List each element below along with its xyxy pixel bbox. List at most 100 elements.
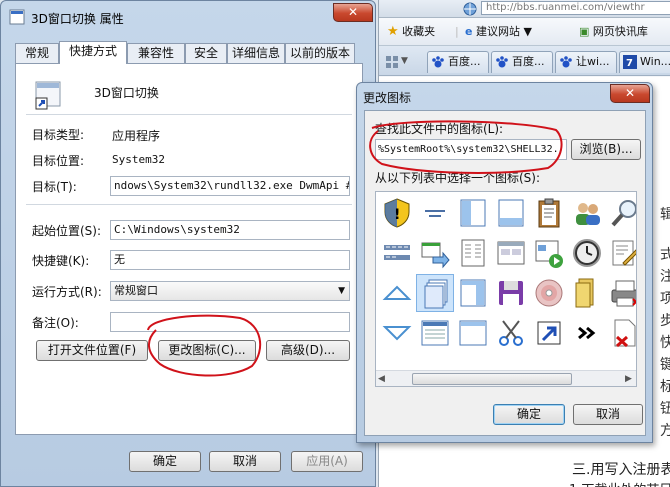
folder-stack-icon[interactable]	[568, 274, 606, 312]
scissors-icon[interactable]	[492, 314, 530, 352]
shortcut-icon	[32, 78, 64, 110]
favorites-bar: ★ 收藏夹 | e 建议网站 ▼ ▣ 网页快讯库	[379, 18, 670, 46]
clock-icon[interactable]	[568, 234, 606, 272]
panel-icon[interactable]	[454, 194, 492, 232]
page-text-char: 注	[660, 266, 670, 286]
edit-note-icon[interactable]	[606, 234, 636, 272]
tab-security[interactable]: 安全	[185, 43, 227, 63]
run-label: 运行方式(R):	[32, 285, 102, 299]
hotkey-field[interactable]: 无	[110, 250, 350, 270]
window-list-icon[interactable]	[416, 314, 454, 352]
close-icon: ✕	[624, 86, 636, 100]
comment-field[interactable]	[110, 312, 350, 332]
scroll-right-icon[interactable]: ▶	[625, 374, 632, 384]
page-text-char: 快	[660, 332, 670, 352]
tab-list-chevron-icon[interactable]: ▼	[401, 56, 408, 66]
change-icon-button[interactable]: 更改图标(C)...	[158, 340, 256, 361]
page-text-char: 步	[660, 310, 670, 330]
shield-icon[interactable]: !	[378, 194, 416, 232]
shortcut-name: 3D窗口切换	[94, 86, 159, 100]
target-location-value: System32	[112, 153, 165, 166]
cd-icon[interactable]	[530, 274, 568, 312]
page-text-char: 键	[660, 354, 670, 374]
start-in-field[interactable]: C:\Windows\system32	[110, 220, 350, 240]
hotkey-label: 快捷键(K):	[32, 254, 90, 268]
find-icons-label: 查找此文件中的图标(L):	[375, 122, 504, 136]
horizontal-scrollbar[interactable]: ◀ ▶	[376, 370, 636, 386]
floppy-icon[interactable]	[492, 274, 530, 312]
scrollbar-thumb[interactable]	[412, 373, 572, 385]
forward-icon[interactable]	[416, 234, 454, 272]
page-heading-text: 三.用写入注册表	[572, 462, 670, 478]
ok-button[interactable]: 确定	[129, 451, 201, 472]
favorites-button[interactable]: ★ 收藏夹	[387, 24, 435, 40]
double-chevron-icon[interactable]	[568, 314, 606, 352]
properties-dialog: 3D窗口切换 属性 ✕ 常规 快捷方式 兼容性 安全 详细信息 以前的版本 3D…	[0, 0, 376, 487]
tab-compatibility[interactable]: 兼容性	[127, 43, 185, 63]
svg-text:7: 7	[626, 58, 633, 69]
up-arrow-icon[interactable]	[378, 274, 416, 312]
browser-tab-1[interactable]: 百度...	[427, 51, 489, 73]
close-button[interactable]: ✕	[610, 84, 650, 103]
taskbar-icon[interactable]	[378, 234, 416, 272]
quick-tabs-icon[interactable]	[385, 55, 399, 69]
icon-file-field[interactable]: %SystemRoot%\system32\SHELL32.	[375, 139, 567, 160]
url-field[interactable]: http://bbs.ruanmei.com/viewthr	[481, 1, 670, 15]
change-icon-dialog: 更改图标 ✕ 查找此文件中的图标(L): %SystemRoot%\system…	[356, 82, 653, 443]
favorite-web-slices[interactable]: ▣ 网页快讯库	[579, 24, 648, 40]
magnifier-icon[interactable]	[606, 194, 636, 232]
globe-icon	[463, 2, 477, 16]
apply-button[interactable]: 应用(A)	[291, 451, 363, 472]
tab-general[interactable]: 常规	[15, 43, 59, 63]
cancel-button[interactable]: 取消	[209, 451, 281, 472]
ok-button[interactable]: 确定	[493, 404, 565, 425]
open-file-location-button[interactable]: 打开文件位置(F)	[36, 340, 148, 361]
target-type-label: 目标类型:	[32, 128, 85, 142]
browser-tab-2[interactable]: 百度...	[491, 51, 553, 73]
doc-columns-icon[interactable]	[454, 234, 492, 272]
hline-icon[interactable]	[416, 194, 454, 232]
paw-icon	[559, 55, 573, 69]
tab-details[interactable]: 详细信息	[227, 43, 285, 63]
close-button[interactable]: ✕	[333, 3, 373, 22]
tab-shortcut[interactable]: 快捷方式	[59, 41, 127, 64]
page-text-char: 辑	[660, 204, 670, 224]
window-plain-icon[interactable]	[454, 314, 492, 352]
paw-icon	[495, 55, 509, 69]
start-in-label: 起始位置(S):	[32, 224, 102, 238]
side-panel-icon[interactable]	[454, 274, 492, 312]
stack-docs-icon[interactable]	[416, 274, 454, 312]
down-arrow-icon[interactable]	[378, 314, 416, 352]
change-icon-panel: 查找此文件中的图标(L): %SystemRoot%\system32\SHEL…	[364, 110, 646, 436]
shortcut-app-icon	[9, 9, 25, 25]
browser-tab-4[interactable]: 7 Win...	[619, 51, 670, 73]
target-type-value: 应用程序	[112, 129, 161, 143]
address-bar[interactable]: http://bbs.ruanmei.com/viewthr	[379, 0, 670, 18]
clipboard-icon[interactable]	[530, 194, 568, 232]
favorite-suggested-sites[interactable]: e 建议网站 ▼	[465, 24, 532, 40]
icon-list[interactable]: ! ◀ ▶	[375, 191, 637, 387]
browser-tab-3[interactable]: 让wi...	[555, 51, 617, 73]
page-body-text: 1.下载此处的节目	[569, 479, 670, 487]
shortcut-arrow-icon[interactable]	[530, 314, 568, 352]
target-field[interactable]: ndows\System32\rundll32.exe DwmApi #105	[110, 176, 350, 196]
printer-icon[interactable]	[606, 274, 636, 312]
users-icon[interactable]	[568, 194, 606, 232]
window-tile-icon[interactable]	[492, 234, 530, 272]
webslice-icon: ▣	[579, 25, 590, 38]
scroll-left-icon[interactable]: ◀	[378, 374, 385, 384]
delete-doc-icon[interactable]	[606, 314, 636, 352]
run-select[interactable]: 常规窗口 ▼	[110, 281, 350, 301]
page-text-char: 式	[660, 244, 670, 264]
play-window-icon[interactable]	[530, 234, 568, 272]
advanced-button[interactable]: 高级(D)...	[266, 340, 350, 361]
cancel-button[interactable]: 取消	[573, 404, 643, 425]
panel-bottom-icon[interactable]	[492, 194, 530, 232]
tab-previous-versions[interactable]: 以前的版本	[285, 43, 355, 63]
svg-text:!: !	[394, 207, 400, 223]
page-text-char: 方	[660, 420, 670, 440]
browse-button[interactable]: 浏览(B)...	[571, 139, 641, 160]
paw-icon	[431, 55, 445, 69]
star-icon: ★	[387, 24, 399, 39]
separator	[26, 114, 352, 115]
